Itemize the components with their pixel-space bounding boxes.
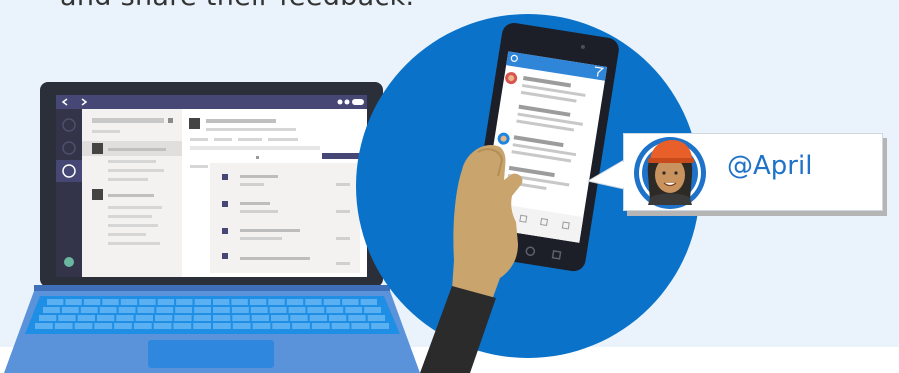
bubble-tail-fill — [591, 161, 625, 188]
avatar-icon — [634, 137, 706, 209]
mention-text: @April — [727, 151, 813, 181]
bubble-overlay — [591, 137, 706, 209]
illustration: and share their feedback. — [0, 0, 899, 373]
